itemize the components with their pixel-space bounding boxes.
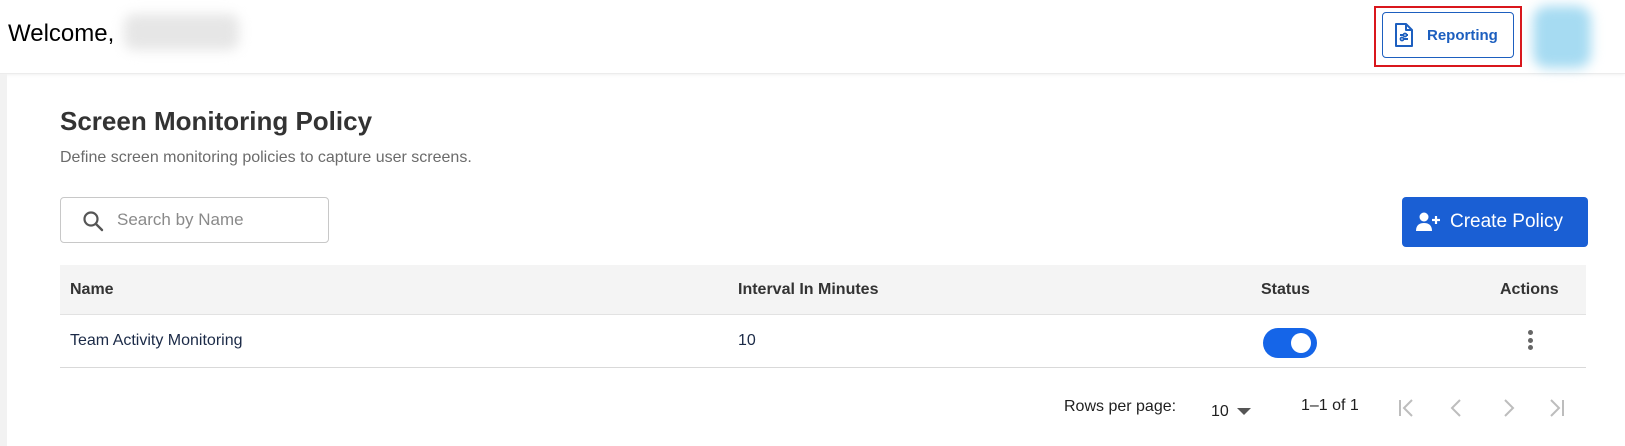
table-header: Name Interval In Minutes Status Actions [60,265,1586,315]
policy-name-cell: Team Activity Monitoring [70,332,243,349]
column-header-status: Status [1261,281,1310,298]
create-policy-button[interactable]: Create Policy [1402,197,1588,247]
table-row: Team Activity Monitoring 10 [60,316,1586,368]
add-user-icon [1416,212,1440,231]
document-report-icon [1395,23,1413,47]
next-page-icon[interactable] [1494,394,1522,422]
reporting-button-label: Reporting [1427,26,1498,44]
chevron-down-icon [1236,408,1251,415]
column-header-interval: Interval In Minutes [738,281,879,298]
avatar[interactable] [1533,6,1591,68]
column-header-name: Name [70,281,114,298]
page-subtitle: Define screen monitoring policies to cap… [60,149,472,166]
status-toggle[interactable] [1263,328,1317,358]
sidebar-edge [0,74,7,446]
last-page-icon[interactable] [1543,394,1571,422]
page-title: Screen Monitoring Policy [60,106,373,136]
search-input[interactable] [117,206,317,234]
reporting-button[interactable]: Reporting [1382,12,1514,58]
prev-page-icon[interactable] [1443,394,1471,422]
welcome-text: Welcome, [8,20,115,47]
interval-cell: 10 [738,332,756,349]
toggle-knob [1291,333,1311,353]
top-bar: Welcome, Reporting [0,0,1625,74]
column-header-actions: Actions [1500,281,1559,298]
rows-per-page-label: Rows per page: [1064,398,1177,415]
create-policy-label: Create Policy [1450,211,1563,232]
more-vertical-icon[interactable] [1524,330,1536,354]
search-icon [83,211,104,232]
pagination-range: 1–1 of 1 [1301,397,1359,414]
rows-per-page-value: 10 [1211,403,1229,420]
rows-per-page-select[interactable]: 10 [1211,398,1251,426]
search-box [60,197,329,243]
user-name-redacted [124,14,239,50]
first-page-icon[interactable] [1392,394,1420,422]
